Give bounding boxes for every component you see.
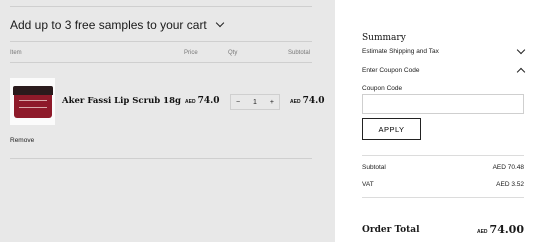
qty-plus-button[interactable]: + xyxy=(270,99,274,106)
order-total-label: Order Total xyxy=(362,224,420,235)
vat-label: VAT xyxy=(362,181,374,188)
coupon-toggle[interactable]: Enter Coupon Code xyxy=(362,66,526,77)
order-total-row: Order Total AED 74.00 xyxy=(362,223,524,236)
subtotal-label: Subtotal xyxy=(362,164,386,171)
subtotal-value: AED 70.48 xyxy=(492,164,524,171)
header-item: Item xyxy=(10,50,22,56)
order-total-value: 74.00 xyxy=(489,223,524,236)
order-total-amount: AED 74.00 xyxy=(477,223,524,236)
currency: AED xyxy=(185,99,196,105)
estimate-shipping-toggle[interactable]: Estimate Shipping and Tax xyxy=(362,45,526,55)
coupon-toggle-label: Enter Coupon Code xyxy=(362,67,420,74)
product-image[interactable] xyxy=(10,78,55,125)
remove-link[interactable]: Remove xyxy=(10,137,34,144)
coupon-code-input[interactable] xyxy=(362,94,524,114)
summary-title: Summary xyxy=(362,33,406,43)
lip-scrub-jar-image xyxy=(12,85,53,118)
divider xyxy=(362,197,524,198)
chevron-up-icon xyxy=(516,67,526,77)
divider xyxy=(362,155,524,156)
estimate-shipping-label: Estimate Shipping and Tax xyxy=(362,48,439,55)
qty-minus-button[interactable]: − xyxy=(236,99,240,106)
header-price: Price xyxy=(184,50,198,56)
subtotal-value: 74.0 xyxy=(302,96,325,106)
cart-panel: Add up to 3 free samples to your cart It… xyxy=(0,0,335,242)
divider xyxy=(10,62,312,63)
item-price: AED 74.0 xyxy=(185,96,219,106)
header-subtotal: Subtotal xyxy=(288,50,311,56)
summary-panel: Summary Estimate Shipping and Tax Enter … xyxy=(335,0,550,242)
free-samples-label: Add up to 3 free samples to your cart xyxy=(10,18,207,32)
vat-row: VAT AED 3.52 xyxy=(362,181,524,188)
product-name[interactable]: Aker Fassi Lip Scrub 18g xyxy=(62,96,181,106)
free-samples-toggle[interactable]: Add up to 3 free samples to your cart xyxy=(10,16,225,34)
coupon-code-label: Coupon Code xyxy=(362,85,403,92)
price-value: 74.0 xyxy=(197,96,220,106)
divider xyxy=(10,6,312,7)
divider xyxy=(10,41,312,42)
divider xyxy=(10,158,312,159)
apply-button[interactable]: APPLY xyxy=(362,118,421,140)
chevron-down-icon xyxy=(215,18,225,28)
item-subtotal: AED 74.0 xyxy=(290,96,324,106)
currency: AED xyxy=(476,229,488,235)
chevron-down-icon xyxy=(516,45,526,54)
qty-value[interactable]: 1 xyxy=(253,99,257,106)
subtotal-row: Subtotal AED 70.48 xyxy=(362,164,524,171)
currency: AED xyxy=(290,99,301,105)
quantity-stepper: − 1 + xyxy=(230,94,280,110)
vat-value: AED 3.52 xyxy=(496,181,524,188)
header-qty: Qty xyxy=(228,50,238,56)
